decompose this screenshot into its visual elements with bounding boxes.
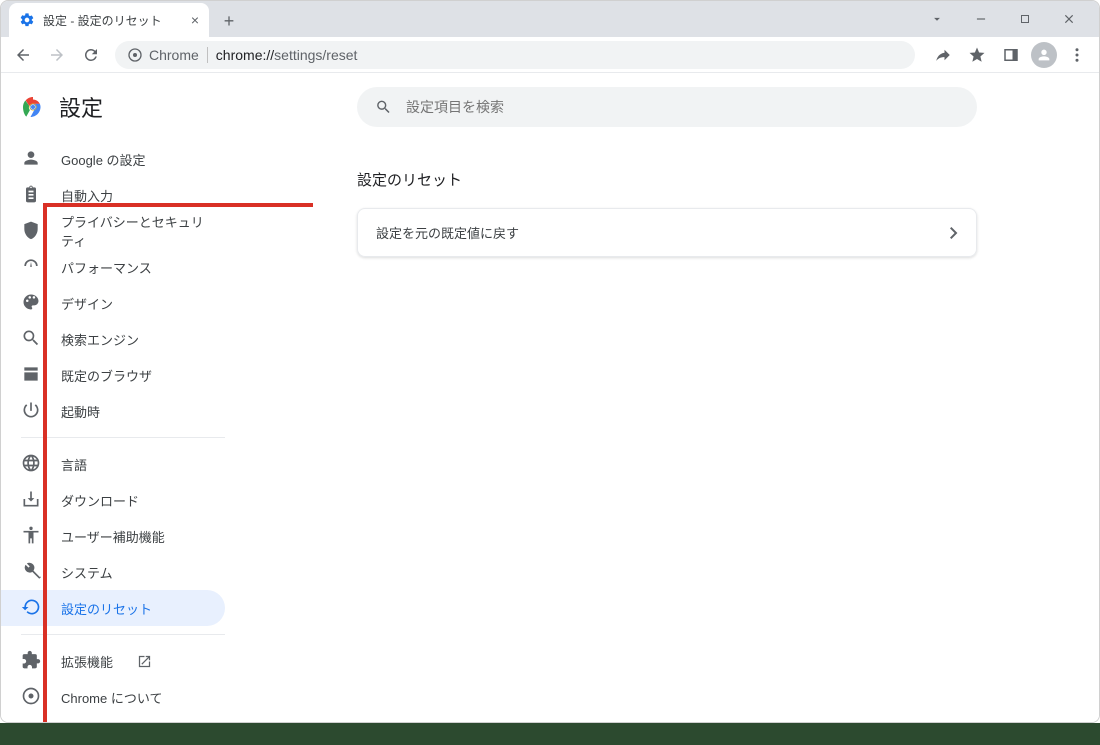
sidebar-header: 設定	[1, 79, 245, 141]
titlebar: 設定 - 設定のリセット × +	[1, 1, 1099, 37]
clipboard-icon	[21, 184, 41, 207]
forward-button[interactable]	[43, 41, 71, 69]
minimize-button[interactable]	[963, 5, 999, 33]
sidebar-item-label: プライバシーとセキュリティ	[61, 212, 205, 250]
sidebar-item-power[interactable]: 起動時	[1, 393, 225, 429]
sidebar-item-label: Google の設定	[61, 150, 146, 169]
sidebar-item-label: ダウンロード	[61, 491, 139, 510]
sidebar-item-restore[interactable]: 設定のリセット	[1, 590, 225, 626]
sidebar-item-speed[interactable]: パフォーマンス	[1, 249, 225, 285]
share-icon[interactable]	[929, 41, 957, 69]
sidebar-item-label: 言語	[61, 455, 87, 474]
chevron-down-icon[interactable]	[919, 5, 955, 33]
sidebar-item-label: Chrome について	[61, 688, 162, 707]
sidebar-item-chrome[interactable]: Chrome について	[1, 679, 225, 715]
sidebar-title: 設定	[59, 91, 103, 123]
sidebar-item-shield[interactable]: プライバシーとセキュリティ	[1, 213, 225, 249]
sidebar-item-label: 起動時	[61, 402, 100, 421]
globe-icon	[21, 453, 41, 476]
palette-icon	[21, 292, 41, 315]
annotation-line	[43, 203, 313, 207]
sidebar: 設定 Google の設定自動入力プライバシーとセキュリティパフォーマンスデザイ…	[1, 73, 245, 722]
sidebar-item-accessibility[interactable]: ユーザー補助機能	[1, 518, 225, 554]
reset-card: 設定を元の既定値に戻す	[357, 208, 977, 257]
sidebar-item-search[interactable]: 検索エンジン	[1, 321, 225, 357]
settings-search-input[interactable]	[406, 99, 959, 115]
maximize-button[interactable]	[1007, 5, 1043, 33]
sidebar-item-person[interactable]: Google の設定	[1, 141, 225, 177]
sidebar-item-label: システム	[61, 563, 113, 582]
kebab-menu-icon[interactable]	[1063, 41, 1091, 69]
bookmark-star-icon[interactable]	[963, 41, 991, 69]
url-text: chrome://settings/reset	[216, 47, 358, 63]
search-icon	[375, 98, 392, 116]
back-button[interactable]	[9, 41, 37, 69]
sidebar-item-label: 自動入力	[61, 186, 113, 205]
address-toolbar: Chrome chrome://settings/reset	[1, 37, 1099, 73]
sidebar-item-label: ユーザー補助機能	[61, 527, 165, 546]
shield-icon	[21, 220, 41, 243]
window-close-button[interactable]	[1051, 5, 1087, 33]
profile-avatar[interactable]	[1031, 42, 1057, 68]
annotation-line	[43, 203, 47, 723]
download-icon	[21, 489, 41, 512]
open-in-new-icon	[137, 654, 152, 669]
chevron-right-icon	[950, 227, 958, 239]
gear-icon	[19, 12, 35, 28]
main-panel: 設定のリセット 設定を元の既定値に戻す	[245, 73, 1099, 722]
sidebar-item-clipboard[interactable]: 自動入力	[1, 177, 225, 213]
search-icon	[21, 328, 41, 351]
sidebar-item-label: 設定のリセット	[61, 599, 152, 618]
extension-icon	[21, 650, 41, 673]
sidebar-item-extension[interactable]: 拡張機能	[1, 643, 225, 679]
person-icon	[21, 148, 41, 171]
address-bar[interactable]: Chrome chrome://settings/reset	[115, 41, 915, 69]
sidebar-item-palette[interactable]: デザイン	[1, 285, 225, 321]
chrome-logo-icon	[21, 95, 45, 119]
reload-button[interactable]	[77, 41, 105, 69]
sidebar-item-label: 拡張機能	[61, 652, 113, 671]
wrench-icon	[21, 561, 41, 584]
browser-tab[interactable]: 設定 - 設定のリセット ×	[9, 3, 209, 37]
reset-to-defaults-row[interactable]: 設定を元の既定値に戻す	[358, 209, 976, 256]
browser-icon	[21, 364, 41, 387]
section-title: 設定のリセット	[357, 169, 977, 190]
side-panel-icon[interactable]	[997, 41, 1025, 69]
sidebar-item-label: デザイン	[61, 294, 113, 313]
settings-search[interactable]	[357, 87, 977, 127]
tab-title: 設定 - 設定のリセット	[43, 12, 183, 29]
sidebar-item-wrench[interactable]: システム	[1, 554, 225, 590]
close-icon[interactable]: ×	[191, 12, 199, 28]
power-icon	[21, 400, 41, 423]
sidebar-item-download[interactable]: ダウンロード	[1, 482, 225, 518]
chrome-icon	[21, 686, 41, 709]
accessibility-icon	[21, 525, 41, 548]
sidebar-item-label: 検索エンジン	[61, 330, 139, 349]
sidebar-item-globe[interactable]: 言語	[1, 446, 225, 482]
sidebar-item-label: 既定のブラウザ	[61, 366, 152, 385]
sidebar-item-browser[interactable]: 既定のブラウザ	[1, 357, 225, 393]
sidebar-item-label: パフォーマンス	[61, 258, 152, 277]
bottom-strip	[0, 723, 1100, 745]
new-tab-button[interactable]: +	[215, 7, 243, 35]
restore-icon	[21, 597, 41, 620]
speed-icon	[21, 256, 41, 279]
site-info-chip[interactable]: Chrome	[127, 47, 199, 63]
